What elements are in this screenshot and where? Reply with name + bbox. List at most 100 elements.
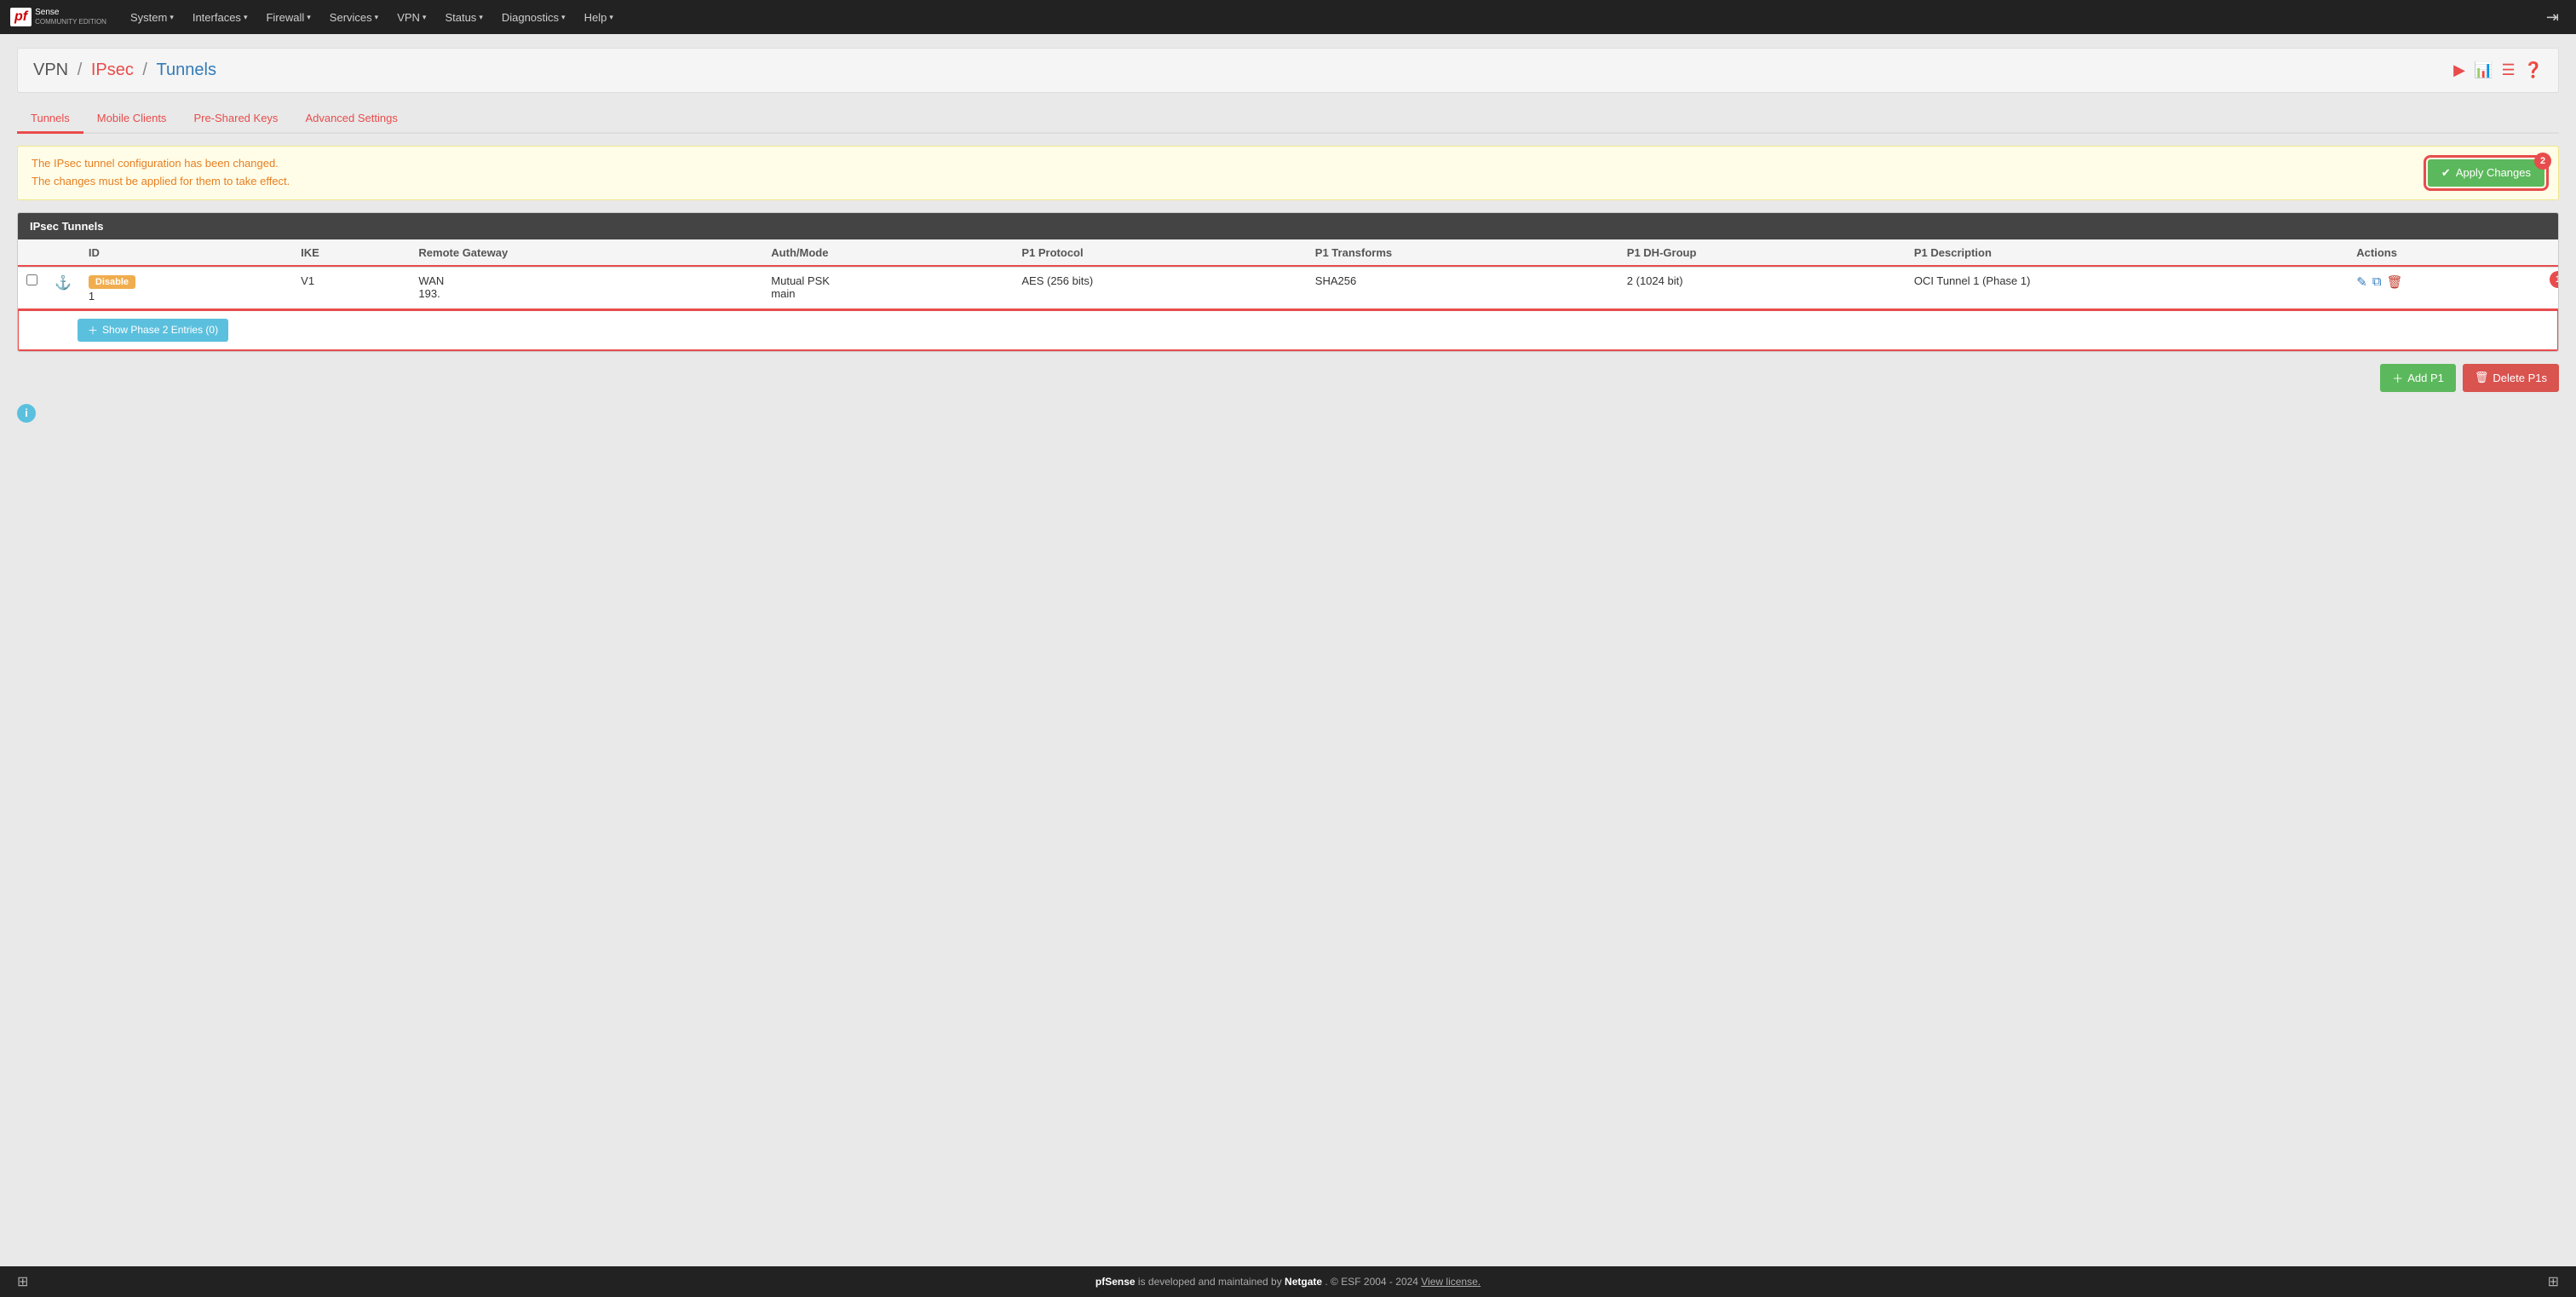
row-badge: 1 <box>2550 271 2558 288</box>
anchor-icon: ⚓ <box>55 276 72 291</box>
panel-heading: IPsec Tunnels <box>18 213 2558 239</box>
footer-netgate: Netgate <box>1285 1276 1322 1288</box>
col-checkbox <box>18 239 46 267</box>
tab-pre-shared-keys[interactable]: Pre-Shared Keys <box>180 105 291 134</box>
caret-diagnostics: ▾ <box>561 13 566 22</box>
list-icon[interactable]: ☰ <box>2501 61 2515 79</box>
chart-icon[interactable]: 📊 <box>2474 61 2493 79</box>
row-p1-dhgroup-cell: 2 (1024 bit) <box>1619 267 1906 310</box>
apply-changes-badge: 2 <box>2534 153 2551 170</box>
pfsense-logo: pf Sense COMMUNITY EDITION <box>10 8 106 26</box>
show-phase2-cell: ＋ Show Phase 2 Entries (0) <box>18 309 2558 350</box>
col-id: ID <box>80 239 292 267</box>
caret-status: ▾ <box>479 13 483 22</box>
row-p1-protocol-cell: AES (256 bits) <box>1013 267 1306 310</box>
row-auth-mode-cell: Mutual PSK main <box>762 267 1013 310</box>
col-auth-mode: Auth/Mode <box>762 239 1013 267</box>
bottom-buttons: ＋ Add P1 🗑 Delete P1s <box>17 364 2559 392</box>
tab-advanced-settings[interactable]: Advanced Settings <box>291 105 411 134</box>
copy-icon[interactable]: ⧉ <box>2372 274 2382 289</box>
caret-help: ▾ <box>609 13 613 22</box>
caret-services: ▾ <box>375 13 379 22</box>
footer-license-link[interactable]: View license. <box>1421 1276 1481 1288</box>
col-remote-gateway: Remote Gateway <box>410 239 762 267</box>
col-p1-protocol: P1 Protocol <box>1013 239 1306 267</box>
row-checkbox-cell <box>18 267 46 310</box>
nav-signout-icon[interactable]: ⇥ <box>2539 9 2566 26</box>
table-header-row: ID IKE Remote Gateway Auth/Mode P1 Proto… <box>18 239 2558 267</box>
page-header-card: VPN / IPsec / Tunnels ▶ 📊 ☰ ❓ <box>17 48 2559 93</box>
action-icons: ✎ ⧉ 🗑 <box>2356 274 2550 290</box>
nav-item-services[interactable]: Services ▾ <box>321 0 387 34</box>
disable-badge[interactable]: Disable <box>89 275 135 289</box>
row-p1-description-cell: OCI Tunnel 1 (Phase 1) <box>1906 267 2348 310</box>
add-p1-button[interactable]: ＋ Add P1 <box>2380 364 2456 392</box>
nav-item-status[interactable]: Status ▾ <box>436 0 491 34</box>
help-icon[interactable]: ❓ <box>2524 61 2543 79</box>
edit-icon[interactable]: ✎ <box>2356 274 2367 290</box>
alert-text: The IPsec tunnel configuration has been … <box>32 155 290 191</box>
caret-vpn: ▾ <box>423 13 427 22</box>
brand: pf Sense COMMUNITY EDITION <box>10 8 106 26</box>
footer-center: pfSense is developed and maintained by N… <box>28 1276 2547 1288</box>
checkmark-icon: ✔ <box>2441 166 2451 180</box>
col-actions: Actions <box>2348 239 2558 267</box>
plus-add-icon: ＋ <box>2392 370 2403 386</box>
logo-text: Sense COMMUNITY EDITION <box>35 8 106 26</box>
nav-item-firewall[interactable]: Firewall ▾ <box>257 0 319 34</box>
table-container: ID IKE Remote Gateway Auth/Mode P1 Proto… <box>18 239 2558 351</box>
header-icons: ▶ 📊 ☰ ❓ <box>2453 61 2543 79</box>
play-icon[interactable]: ▶ <box>2453 61 2465 79</box>
alert-banner: The IPsec tunnel configuration has been … <box>17 146 2559 200</box>
row-remote-gateway-cell: WAN 193. <box>410 267 762 310</box>
tunnels-table: ID IKE Remote Gateway Auth/Mode P1 Proto… <box>18 239 2558 351</box>
breadcrumb-ipsec[interactable]: IPsec <box>91 61 134 79</box>
main-content: VPN / IPsec / Tunnels ▶ 📊 ☰ ❓ Tunnels Mo… <box>0 34 2576 487</box>
breadcrumb-tunnels[interactable]: Tunnels <box>157 61 216 79</box>
apply-changes-button[interactable]: ✔ Apply Changes <box>2428 159 2544 187</box>
caret-firewall: ▾ <box>307 13 311 22</box>
caret-interfaces: ▾ <box>244 13 248 22</box>
nav-menu: System ▾ Interfaces ▾ Firewall ▾ Service… <box>122 0 2539 34</box>
footer-text-suffix: . © ESF 2004 - 2024 <box>1325 1276 1421 1288</box>
info-icon[interactable]: i <box>17 404 36 423</box>
breadcrumb: VPN / IPsec / Tunnels <box>33 61 216 80</box>
plus-icon: ＋ <box>88 323 98 337</box>
row-id-cell: Disable 1 <box>80 267 292 310</box>
row-id: 1 <box>89 290 284 303</box>
footer: ⊞ pfSense is developed and maintained by… <box>0 1266 2576 1297</box>
row-checkbox[interactable] <box>26 274 37 285</box>
logo-box: pf <box>10 8 32 26</box>
row-ike-cell: V1 <box>292 267 410 310</box>
tabs-bar: Tunnels Mobile Clients Pre-Shared Keys A… <box>17 105 2559 134</box>
ipsec-tunnels-panel: IPsec Tunnels ID IKE Remote Gateway Auth… <box>17 212 2559 352</box>
nav-item-help[interactable]: Help ▾ <box>576 0 622 34</box>
nav-item-diagnostics[interactable]: Diagnostics ▾ <box>493 0 574 34</box>
info-icon-wrapper: i <box>17 404 2559 423</box>
nav-item-system[interactable]: System ▾ <box>122 0 182 34</box>
footer-text-middle: is developed and maintained by <box>1138 1276 1285 1288</box>
show-phase2-row: ＋ Show Phase 2 Entries (0) <box>18 309 2558 350</box>
footer-left-icon[interactable]: ⊞ <box>17 1273 28 1290</box>
tab-tunnels[interactable]: Tunnels <box>17 105 83 134</box>
row-anchor-cell: ⚓ <box>46 267 80 310</box>
caret-system: ▾ <box>170 13 174 22</box>
col-p1-transforms: P1 Transforms <box>1307 239 1619 267</box>
nav-item-interfaces[interactable]: Interfaces ▾ <box>184 0 256 34</box>
show-phase2-button[interactable]: ＋ Show Phase 2 Entries (0) <box>78 319 228 342</box>
col-anchor <box>46 239 80 267</box>
logo-edition: COMMUNITY EDITION <box>35 18 106 26</box>
delete-p1s-button[interactable]: 🗑 Delete P1s <box>2463 364 2559 392</box>
row-actions-cell: ✎ ⧉ 🗑 1 <box>2348 267 2558 310</box>
tab-mobile-clients[interactable]: Mobile Clients <box>83 105 181 134</box>
footer-right-icon[interactable]: ⊞ <box>2548 1273 2559 1290</box>
navbar: pf Sense COMMUNITY EDITION System ▾ Inte… <box>0 0 2576 34</box>
footer-brand: pfSense <box>1095 1276 1136 1288</box>
breadcrumb-vpn: VPN <box>33 61 68 79</box>
col-p1-dhgroup: P1 DH-Group <box>1619 239 1906 267</box>
table-row: ⚓ Disable 1 V1 WAN 193. Mutual PSK <box>18 267 2558 310</box>
delete-icon[interactable]: 🗑 <box>2387 274 2403 290</box>
apply-changes-wrapper: ✔ Apply Changes 2 <box>2428 159 2544 187</box>
col-ike: IKE <box>292 239 410 267</box>
nav-item-vpn[interactable]: VPN ▾ <box>388 0 434 34</box>
